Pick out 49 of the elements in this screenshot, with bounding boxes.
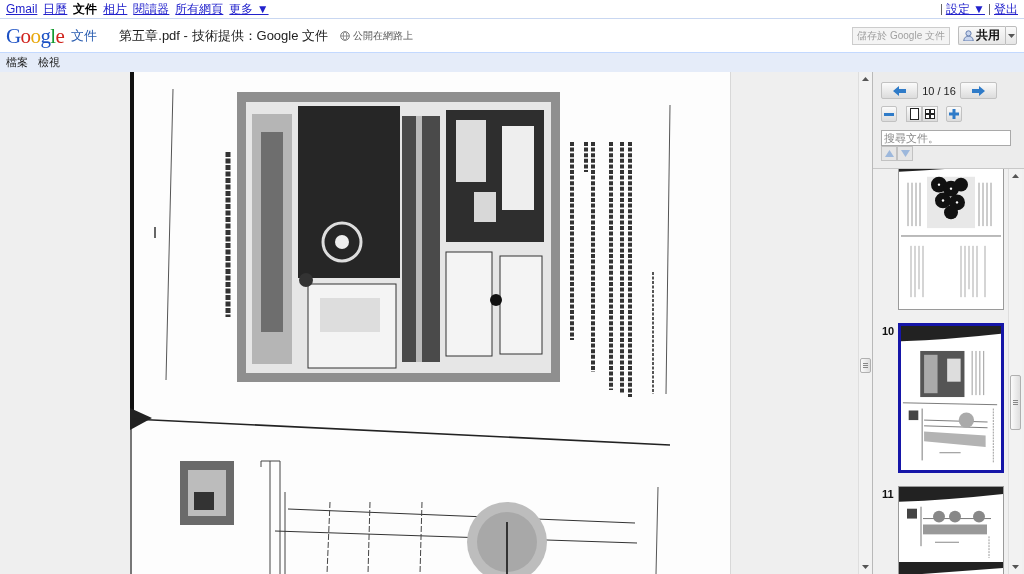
scroll-down-icon[interactable] [1012,565,1019,569]
page-thumbnail[interactable] [898,323,1004,473]
scrollbar-thumb[interactable] [1010,375,1021,430]
scrollbar[interactable] [1008,169,1022,574]
visibility-label: 公開在網路上 [353,28,414,43]
up-triangle-icon [884,150,894,157]
person-icon [963,30,974,41]
down-triangle-icon [900,150,910,157]
right-arrow-icon [972,85,985,96]
share-button[interactable]: 共用 [958,26,1005,45]
scrollbar-thumb[interactable] [860,358,871,373]
nav-link[interactable]: 所有網頁 [175,2,224,16]
page-number: 11 [882,487,895,500]
page-indicator: 10 / 16 [921,84,957,97]
menu-item[interactable]: 檢視 [38,55,60,70]
nav-link[interactable]: Gmail [6,2,38,16]
product-name: 文件 [71,26,98,45]
search-field[interactable]: 搜尋文件。 [881,130,1011,146]
nav-link[interactable]: 文件 [73,2,98,16]
page-number: 10 [882,324,896,337]
scroll-up-icon[interactable] [1012,174,1019,178]
document-title: 第五章.pdf - 技術提供：Google 文件 [119,26,329,45]
previous-page-button[interactable] [881,82,918,99]
next-page-button[interactable] [960,82,997,99]
zoom-in-button[interactable] [946,106,962,122]
scroll-up-icon[interactable] [862,77,869,81]
grid-view-button[interactable] [922,106,938,122]
share-menu-button[interactable] [1005,26,1017,45]
page-thumbnail[interactable] [898,169,1004,310]
google-logo[interactable]: Google [6,23,65,48]
nav-link[interactable]: 日曆 [43,2,68,16]
single-page-view-button[interactable] [906,106,922,122]
plus-icon [949,109,959,119]
nav-link[interactable]: 更多 ▼ [229,2,269,16]
minus-icon [884,112,894,116]
globe-icon [340,30,351,41]
grid-icon [925,109,935,119]
page-icon [909,108,919,120]
account-link[interactable]: 設定 ▼ [945,2,985,16]
zoom-out-button[interactable] [881,106,897,122]
account-link[interactable]: 登出 [994,2,1018,16]
caret-icon [1007,33,1015,38]
page-thumbnail[interactable] [898,486,1004,574]
nav-link[interactable]: 閱讀器 [133,2,170,16]
scroll-down-icon[interactable] [862,565,869,569]
menu-item[interactable]: 檔案 [6,55,28,70]
scrollbar[interactable] [858,72,872,574]
nav-link[interactable]: 相片 [103,2,128,16]
left-arrow-icon [893,85,906,96]
